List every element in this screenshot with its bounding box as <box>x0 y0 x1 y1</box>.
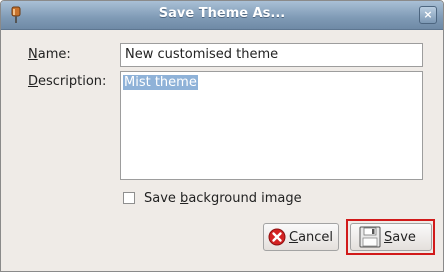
description-text: Mist theme <box>123 75 198 90</box>
description-label: Description: <box>28 74 107 89</box>
save-theme-dialog: Save Theme As... × Name: New customised … <box>0 0 444 272</box>
window-title: Save Theme As... <box>158 6 286 21</box>
description-field[interactable]: Mist theme <box>120 71 423 180</box>
name-label: Name: <box>28 47 71 62</box>
title-bar[interactable]: Save Theme As... × <box>1 1 443 30</box>
save-label: Save <box>384 229 416 245</box>
name-field[interactable]: New customised theme <box>120 43 423 67</box>
close-icon[interactable]: × <box>419 6 437 24</box>
cancel-icon <box>268 228 286 246</box>
save-background-checkbox[interactable] <box>123 192 135 204</box>
floppy-disk-icon <box>359 226 381 248</box>
cancel-button[interactable]: Cancel <box>263 223 339 251</box>
save-background-label: Save background image <box>144 190 302 206</box>
save-background-option[interactable]: Save background image <box>123 189 302 207</box>
cancel-label: Cancel <box>289 229 334 245</box>
save-button[interactable]: Save <box>350 223 432 251</box>
